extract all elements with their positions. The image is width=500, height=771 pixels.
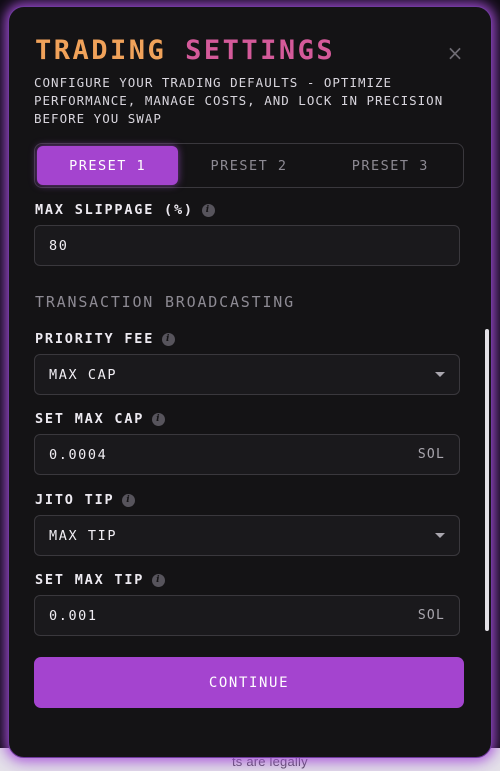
tab-preset-2[interactable]: PRESET 2 <box>178 146 319 185</box>
info-icon[interactable]: i <box>162 332 176 346</box>
info-icon[interactable]: i <box>152 573 166 587</box>
priority-fee-label-text: PRIORITY FEE <box>35 331 155 347</box>
info-icon[interactable]: i <box>201 203 215 217</box>
priority-fee-selected: MAX CAP <box>49 366 118 383</box>
jito-tip-selected: MAX TIP <box>49 527 118 544</box>
chevron-down-icon <box>435 372 445 377</box>
modal-title: TRADING SETTINGS <box>35 35 335 67</box>
max-slippage-label-text: MAX SLIPPAGE (%) <box>35 202 194 218</box>
jito-tip-select[interactable]: MAX TIP <box>34 515 460 556</box>
set-max-tip-label-text: SET MAX TIP <box>35 572 145 588</box>
max-slippage-value: 80 <box>49 237 69 254</box>
trading-settings-modal: TRADING SETTINGS × CONFIGURE YOUR TRADIN… <box>8 6 492 758</box>
max-tip-unit: SOL <box>417 608 445 623</box>
section-heading-broadcasting: TRANSACTION BROADCASTING <box>35 293 295 311</box>
info-icon[interactable]: i <box>122 493 136 507</box>
max-tip-input[interactable]: 0.001 SOL <box>34 595 460 636</box>
continue-button[interactable]: CONTINUE <box>34 657 464 708</box>
tab-preset-3[interactable]: PRESET 3 <box>320 146 461 185</box>
scrollbar[interactable] <box>485 329 489 631</box>
max-slippage-input[interactable]: 80 <box>34 225 460 266</box>
max-cap-value: 0.0004 <box>49 446 108 463</box>
jito-tip-label-text: JITO TIP <box>35 492 115 508</box>
info-icon[interactable]: i <box>152 412 166 426</box>
priority-fee-select[interactable]: MAX CAP <box>34 354 460 395</box>
tab-preset-1[interactable]: PRESET 1 <box>37 146 179 185</box>
modal-title-part1: TRADING <box>35 35 167 66</box>
set-max-tip-label: SET MAX TIP i <box>35 572 166 588</box>
set-max-cap-label: SET MAX CAP i <box>35 411 166 427</box>
max-tip-value: 0.001 <box>49 607 98 624</box>
max-cap-unit: SOL <box>417 447 445 462</box>
jito-tip-label: JITO TIP i <box>35 492 136 508</box>
close-icon[interactable]: × <box>445 43 465 63</box>
max-slippage-label: MAX SLIPPAGE (%) i <box>35 202 215 218</box>
max-cap-input[interactable]: 0.0004 SOL <box>34 434 460 475</box>
modal-subtitle: CONFIGURE YOUR TRADING DEFAULTS - OPTIMI… <box>34 75 444 126</box>
set-max-cap-label-text: SET MAX CAP <box>35 411 145 427</box>
modal-title-part2: SETTINGS <box>185 35 336 66</box>
preset-tabs: PRESET 1 PRESET 2 PRESET 3 <box>34 143 464 188</box>
priority-fee-label: PRIORITY FEE i <box>35 331 176 347</box>
chevron-down-icon <box>435 533 445 538</box>
